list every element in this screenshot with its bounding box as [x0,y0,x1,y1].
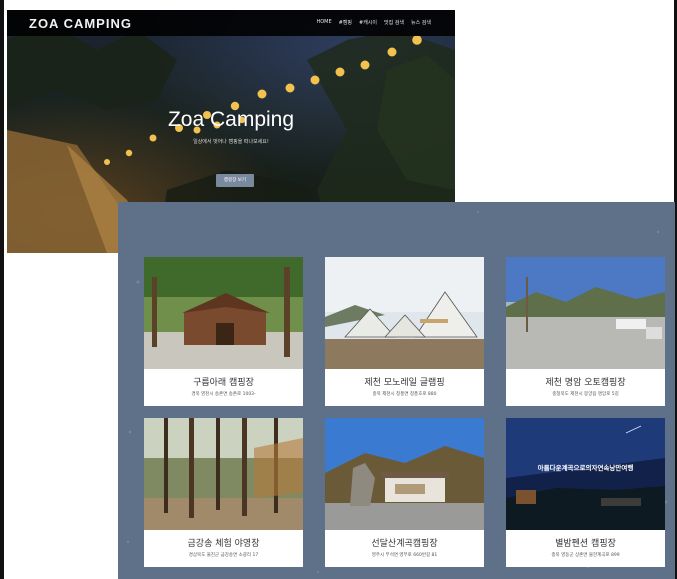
campsite-card[interactable]: 구름아래 캠핑장 경북 영천시 송촌면 송촌로 1003- [144,257,303,406]
campsite-address: 영주시 부석면 영부로 660번길 81 [371,553,438,558]
campsite-card[interactable]: 제천 모노레일 글램핑 충북 제천시 청풍면 청풍호로 880 [325,257,484,406]
campsite-card[interactable]: 선달산계곡캠핑장 영주시 부석면 영부로 660번길 81 [325,418,484,567]
campsite-name: 제천 모노레일 글램핑 [364,378,445,388]
photo-overlay-text: 아름다운계곡으로의자연속낭만여행 [537,464,634,472]
hero-subtitle: 일상에서 벗어나 캠핑을 떠나보세요! [193,139,269,145]
hero-title: Zoa Camping [167,108,295,131]
campsite-address: 경상북도 울진군 금강송면 소광리 17 [188,553,259,558]
campsite-photo [144,257,303,369]
campsite-card[interactable]: 제천 명암 오토캠핑장 충청북도 제천시 봉양읍 명암로 5길 [506,257,665,406]
campsite-photo: 아름다운계곡으로의자연속낭만여행 [506,418,665,530]
nav-news-search[interactable]: 뉴스 검색 [411,19,431,26]
top-navigation-bar: ZOA CAMPING HOME #캠핑 #캐시이 맛집 검색 뉴스 검색 [7,10,455,36]
nav-home[interactable]: HOME [316,19,331,26]
campsite-photo [325,418,484,530]
nav-camping[interactable]: #캠핑 [339,19,352,26]
campsite-photo [506,257,665,369]
campsite-photo [144,418,303,530]
nav-restaurant-search[interactable]: 맛집 검색 [384,19,404,26]
campsite-photo [325,257,484,369]
campsite-card[interactable]: 아름다운계곡으로의자연속낭만여행 별밤펜션 캠핑장 충북 영동군 상촌면 물한계… [506,418,665,567]
campsite-address: 충청북도 제천시 봉양읍 명암로 5길 [552,392,619,397]
campsite-name: 선달산계곡캠핑장 [371,539,438,549]
campsite-address: 경북 영천시 송촌면 송촌로 1003- [191,392,256,397]
campsite-address: 충북 제천시 청풍면 청풍호로 880 [372,392,437,397]
nav-cashi[interactable]: #캐시이 [359,19,377,26]
view-campsites-button[interactable]: 캠핑장 보기 [216,174,254,187]
main-nav: HOME #캠핑 #캐시이 맛집 검색 뉴스 검색 [316,19,431,26]
campsite-name: 별밤펜션 캠핑장 [555,539,616,549]
frame-left-border [0,0,4,579]
campsite-name: 구름아래 캠핑장 [193,378,254,388]
campsite-address: 충북 영동군 상촌면 물한계곡로 899 [551,553,620,558]
site-logo[interactable]: ZOA CAMPING [29,16,132,31]
campsite-name: 금강송 체험 야영장 [187,539,260,549]
campsite-name: 제천 명암 오토캠핑장 [545,378,626,388]
campsite-card[interactable]: 금강송 체험 야영장 경상북도 울진군 금강송면 소광리 17 [144,418,303,567]
